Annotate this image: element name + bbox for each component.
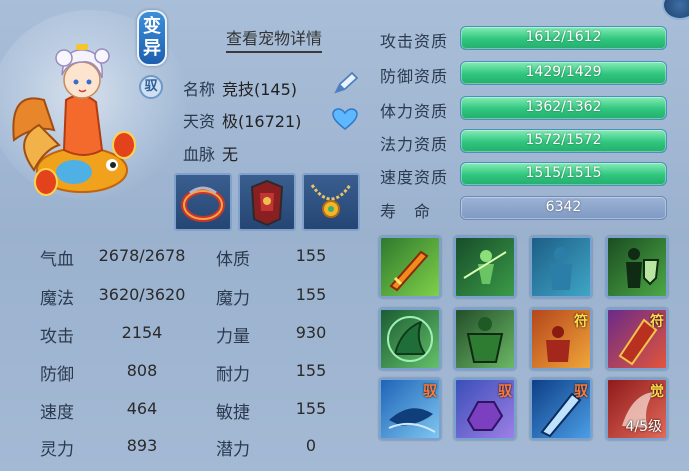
aptitude-attack-label: 攻击资质 — [380, 32, 449, 51]
green-warrior-slash-icon — [463, 250, 507, 284]
name-value: 竞技(145) — [222, 80, 298, 99]
bloodline-label: 血脉 — [183, 145, 216, 164]
stat-constitution-label: 体质 — [216, 250, 250, 270]
aptitude-speed-bar: 1515/1515 — [460, 162, 667, 186]
skill-9-tag: 驭 — [423, 384, 437, 400]
skill-slot-9[interactable]: 驭 — [379, 378, 441, 440]
equip-slot-collar[interactable] — [174, 173, 232, 231]
stat-potential-value: 0 — [305, 436, 317, 455]
aptitude-mana-bar: 1572/1572 — [460, 129, 667, 153]
skill-11-tag: 驭 — [574, 384, 588, 400]
skill-slot-4[interactable] — [606, 236, 668, 298]
aptitude-attack-value: 1612/1612 — [525, 29, 602, 45]
stat-hp-label: 气血 — [40, 250, 74, 270]
view-pet-details-link[interactable]: 查看宠物详情 — [226, 25, 323, 53]
lifespan-value: 6342 — [545, 199, 582, 215]
name-label: 名称 — [183, 80, 216, 99]
skill-12-tag: 觉 — [650, 384, 664, 400]
aptitude-mana-label: 法力资质 — [380, 135, 449, 154]
aptitude-mana-value: 1572/1572 — [525, 132, 602, 148]
skill-slot-12[interactable]: 觉 4/5级 — [606, 378, 668, 440]
stat-speed-value: 464 — [126, 399, 158, 418]
stat-strength-label: 力量 — [216, 327, 250, 347]
stat-attack-value: 2154 — [121, 323, 163, 342]
red-collar-icon — [181, 186, 225, 222]
stat-defense-label: 防御 — [40, 365, 74, 385]
skill-slot-5[interactable] — [379, 308, 441, 370]
stat-mp-value: 3620/3620 — [98, 285, 186, 304]
blue-shadow-figure-icon — [550, 247, 572, 290]
favorite-heart-icon[interactable] — [332, 108, 358, 130]
skill-10-tag: 驭 — [498, 384, 512, 400]
skill-slot-7[interactable]: 符 — [530, 308, 592, 370]
talent-label: 天资 — [183, 112, 216, 131]
edit-name-icon[interactable] — [332, 70, 360, 96]
skill-slot-1[interactable] — [379, 236, 441, 298]
gold-necklace-icon — [310, 184, 352, 218]
talent-value: 极(16721) — [222, 112, 302, 131]
green-shield-soldier-icon — [626, 248, 660, 288]
stat-magic-label: 魔力 — [216, 289, 250, 309]
yu-tag: 驭 — [139, 75, 163, 99]
aptitude-defense-value: 1429/1429 — [525, 64, 602, 80]
stat-hp-value: 2678/2678 — [98, 246, 186, 265]
green-claw-icon — [387, 316, 433, 362]
aptitude-physique-label: 体力资质 — [380, 102, 449, 121]
green-giant-icon — [466, 317, 504, 363]
corner-orb-icon — [662, 0, 689, 20]
stat-endurance-value: 155 — [295, 361, 327, 380]
skill-slot-10[interactable]: 驭 — [454, 378, 516, 440]
lifespan-label: 寿 命 — [380, 202, 432, 221]
stat-strength-value: 930 — [295, 323, 327, 342]
aptitude-defense-bar: 1429/1429 — [460, 61, 667, 85]
aptitude-physique-value: 1362/1362 — [525, 99, 602, 115]
stat-speed-label: 速度 — [40, 403, 74, 423]
pet-portrait[interactable] — [4, 30, 154, 205]
stat-agility-value: 155 — [295, 399, 327, 418]
stat-magic-value: 155 — [295, 285, 327, 304]
aptitude-speed-value: 1515/1515 — [525, 165, 602, 181]
stat-spirit-value: 893 — [126, 436, 158, 455]
flaming-sword-icon — [389, 250, 429, 292]
red-armor-icon — [250, 179, 284, 227]
equip-slot-armor[interactable] — [238, 173, 296, 231]
skill-slot-3[interactable] — [530, 236, 592, 298]
stat-potential-label: 潜力 — [216, 440, 250, 460]
skill-slot-8[interactable]: 符 — [606, 308, 668, 370]
stat-mp-label: 魔法 — [40, 289, 74, 309]
variant-tag: 变异 — [137, 10, 167, 66]
bloodline-value: 无 — [222, 145, 239, 164]
stat-endurance-label: 耐力 — [216, 365, 250, 385]
aptitude-physique-bar: 1362/1362 — [460, 96, 667, 120]
stat-defense-value: 808 — [126, 361, 158, 380]
aptitude-attack-bar: 1612/1612 — [460, 26, 667, 50]
stat-agility-label: 敏捷 — [216, 403, 250, 423]
skill-7-tag: 符 — [574, 314, 588, 330]
skill-slot-6[interactable] — [454, 308, 516, 370]
pet-character-image — [12, 44, 136, 196]
lifespan-bar: 6342 — [460, 196, 667, 220]
skill-12-level: 4/5级 — [625, 419, 662, 435]
aptitude-speed-label: 速度资质 — [380, 168, 449, 187]
stat-spirit-label: 灵力 — [40, 440, 74, 460]
skill-8-tag: 符 — [650, 314, 664, 330]
skill-slot-2[interactable] — [454, 236, 516, 298]
skill-slot-11[interactable]: 驭 — [530, 378, 592, 440]
aptitude-defense-label: 防御资质 — [380, 67, 449, 86]
equip-slot-necklace[interactable] — [302, 173, 360, 231]
stat-constitution-value: 155 — [295, 246, 327, 265]
stat-attack-label: 攻击 — [40, 327, 74, 347]
